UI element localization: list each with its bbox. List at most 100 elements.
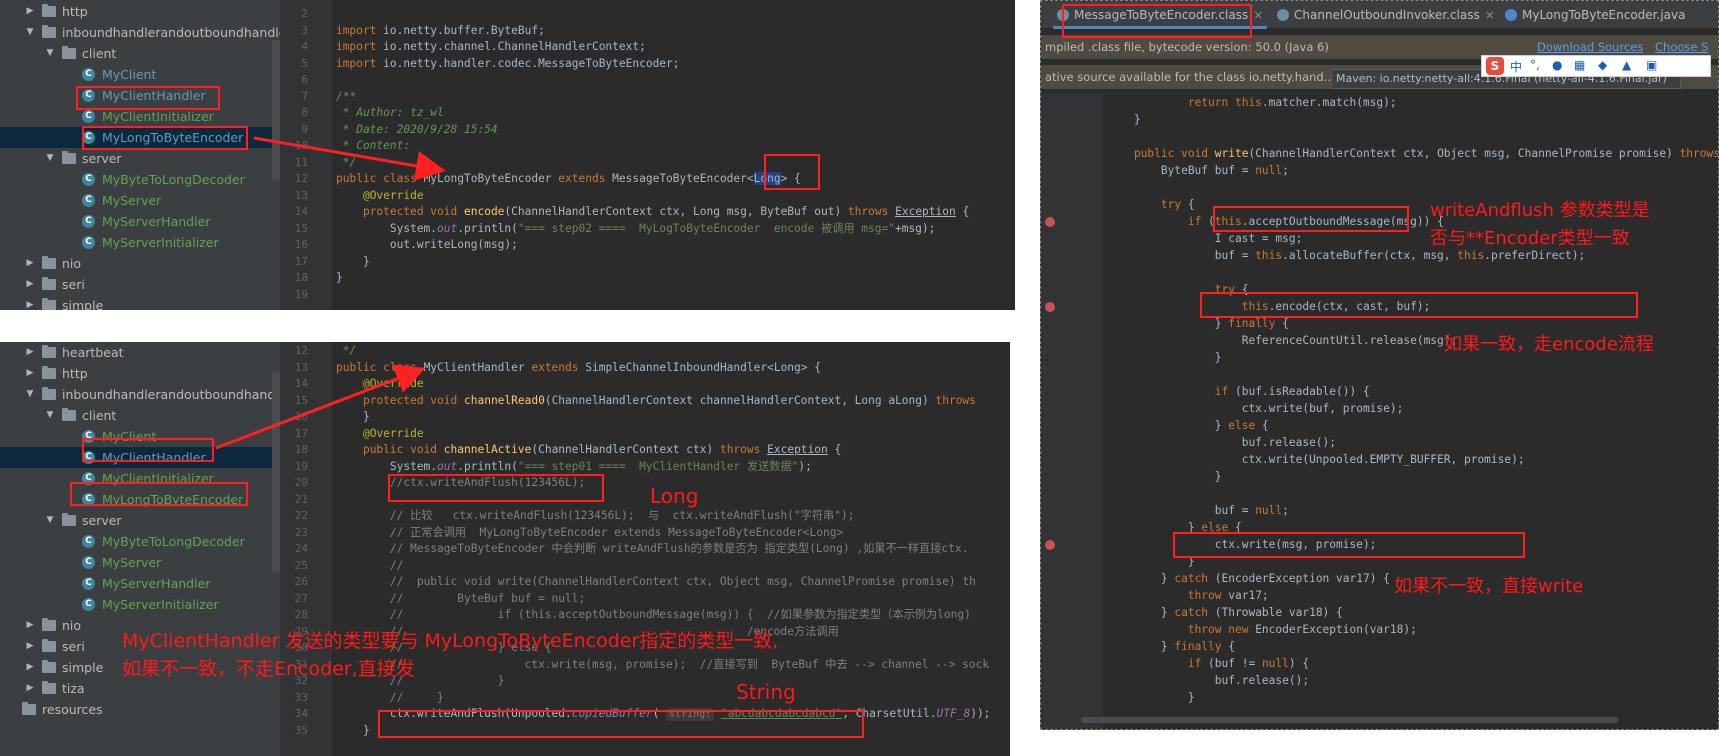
code-line: try { <box>1160 198 1195 211</box>
tree-item[interactable]: C MyServerHandler <box>0 573 280 594</box>
tab-message-to-byte-encoder[interactable]: MessageToByteEncoder.class × <box>1053 1 1268 29</box>
chevron-right-icon[interactable]: ▶ <box>24 615 36 636</box>
class-icon: C <box>82 236 95 249</box>
class-icon: C <box>82 556 95 569</box>
folder-icon <box>42 345 56 358</box>
tree-item-label: MyServerInitializer <box>102 235 219 250</box>
code-editor-right[interactable]: return this.matcher.match(msg); } public… <box>1103 93 1718 729</box>
chevron-right-icon[interactable]: ▶ <box>24 253 36 274</box>
breakpoint-icon[interactable] <box>1045 540 1055 550</box>
tree-item-label: MyByteToLongDecoder <box>102 534 245 549</box>
annotation-right-note-3: 如果不一致，直接write <box>1394 576 1584 597</box>
chevron-right-icon[interactable]: ▶ <box>24 678 36 699</box>
tree-item[interactable]: C MyServer <box>0 190 280 211</box>
code-editor-bottom[interactable]: */ public class MyClientHandler extends S… <box>332 342 1010 756</box>
tree-item[interactable]: C MyServerInitializer <box>0 232 280 253</box>
code-line: import io.netty.buffer.ByteBuf; <box>336 23 545 37</box>
ime-grid-icon[interactable]: ▣ <box>1646 58 1657 72</box>
tree-item[interactable]: ▶ heartbeat <box>0 342 280 363</box>
line-number: 8 <box>301 106 308 119</box>
chevron-down-icon[interactable]: ▼ <box>24 384 36 405</box>
tree-item[interactable]: C MyClient <box>0 426 280 447</box>
line-number: 18 <box>294 271 308 284</box>
tree-item[interactable]: ▼ server <box>0 510 280 531</box>
code-line: import io.netty.handler.codec.MessageToB… <box>336 56 680 70</box>
chevron-down-icon[interactable]: ▼ <box>44 148 56 169</box>
source-info-text: ative source available for the class io.… <box>1045 70 1335 84</box>
tree-item[interactable]: ▼ client <box>0 405 280 426</box>
chevron-down-icon[interactable]: ▼ <box>44 510 56 531</box>
chevron-down-icon[interactable]: ▼ <box>44 405 56 426</box>
code-line: } <box>1107 470 1222 483</box>
chevron-right-icon[interactable]: ▶ <box>24 1 36 22</box>
tree-item-label: MyServerInitializer <box>102 597 219 612</box>
code-line: // public void write(ChannelHandlerConte… <box>389 575 976 588</box>
code-line: } <box>336 271 343 284</box>
chevron-right-icon[interactable]: ▶ <box>24 363 36 384</box>
ime-mic-icon[interactable]: ● <box>1552 58 1562 72</box>
tab-channel-outbound-invoker[interactable]: ChannelOutboundInvoker.class × <box>1273 1 1499 29</box>
line-number: 6 <box>301 73 308 86</box>
line-number: 2 <box>301 7 308 20</box>
class-icon: C <box>82 173 95 186</box>
chevron-right-icon[interactable]: ▶ <box>24 342 36 363</box>
chevron-right-icon[interactable]: ▶ <box>24 657 36 678</box>
ime-user-icon[interactable]: ◆ <box>1598 58 1607 72</box>
tree-item[interactable]: C MyByteToLongDecoder <box>0 169 280 190</box>
folder-icon <box>42 681 56 694</box>
tree-item[interactable]: C MyServerHandler <box>0 211 280 232</box>
tab-my-long-to-byte-encoder[interactable]: MyLongToByteEncoder.java <box>1501 1 1689 29</box>
ime-toolbar[interactable]: S 中 °, ● ▦ ◆ ▲ ▣ <box>1481 55 1711 77</box>
chevron-down-icon[interactable]: ▼ <box>24 22 36 43</box>
tree-item[interactable]: ▼ client <box>0 43 280 64</box>
tree-item[interactable]: C MyClientInitializer <box>0 468 280 489</box>
tree-item[interactable]: ▼ inboundhandlerandoutboundhandler <box>0 22 280 43</box>
ime-keyboard-icon[interactable]: ▦ <box>1574 58 1585 72</box>
tree-item[interactable]: resources <box>0 699 280 720</box>
line-number: 19 <box>294 287 308 301</box>
line-number: 15 <box>294 221 308 235</box>
code-line: } <box>1107 555 1195 568</box>
line-number: 20 <box>294 476 308 489</box>
tree-item-label: inboundhandlerandoutboundhandler <box>62 387 280 402</box>
code-line: // ctx.write(msg, promise); //直接写到 ByteB… <box>389 657 990 671</box>
chevron-down-icon[interactable]: ▼ <box>44 43 56 64</box>
close-icon[interactable]: × <box>1485 8 1495 22</box>
tree-item[interactable]: ▶ tiza <box>0 678 280 699</box>
tree-item[interactable]: ▶ simple <box>0 295 280 310</box>
code-line: // ByteBuf buf = null; <box>389 591 586 605</box>
code-editor-top[interactable]: import io.netty.buffer.ByteBuf; import io… <box>332 0 1015 310</box>
horizontal-scrollbar[interactable] <box>1081 717 1618 723</box>
tree-item[interactable]: C MyLongToByteEncoder <box>0 489 280 510</box>
tree-item-label: MyLongToByteEncoder <box>102 492 244 507</box>
ime-lang-label[interactable]: 中 <box>1510 58 1522 75</box>
tree-item[interactable]: ▼ inboundhandlerandoutboundhandler <box>0 384 280 405</box>
tree-item-label: simple <box>62 298 104 310</box>
line-number: 5 <box>301 56 308 70</box>
breakpoint-icon[interactable] <box>1045 302 1055 312</box>
code-line: if (buf.isReadable()) { <box>1214 385 1370 398</box>
tree-item[interactable]: C MyClientHandler <box>0 85 280 106</box>
chevron-right-icon[interactable]: ▶ <box>24 295 36 310</box>
tree-item[interactable]: C MyLongToByteEncoder <box>0 127 280 148</box>
tree-item[interactable]: C MyClientInitializer <box>0 106 280 127</box>
close-icon[interactable]: × <box>1253 8 1263 22</box>
tree-item[interactable]: ▶ nio <box>0 253 280 274</box>
code-line: public void write(ChannelHandlerContext … <box>1133 147 1719 160</box>
tree-item[interactable]: C MyClientHandler <box>0 447 280 468</box>
tree-item[interactable]: ▶ http <box>0 1 280 22</box>
ime-skin-icon[interactable]: ▲ <box>1622 58 1631 72</box>
tree-item[interactable]: C MyClient <box>0 64 280 85</box>
chevron-right-icon[interactable]: ▶ <box>24 274 36 295</box>
ime-punct-icon[interactable]: °, <box>1530 58 1540 72</box>
tree-item[interactable]: C MyServerInitializer <box>0 594 280 615</box>
tree-item[interactable]: ▼ server <box>0 148 280 169</box>
breakpoint-icon[interactable] <box>1045 217 1055 227</box>
chevron-right-icon[interactable]: ▶ <box>24 636 36 657</box>
tree-item[interactable]: C MyByteToLongDecoder <box>0 531 280 552</box>
line-number: 24 <box>294 542 308 555</box>
tree-item[interactable]: C MyServer <box>0 552 280 573</box>
tree-item[interactable]: ▶ seri <box>0 274 280 295</box>
line-number: 15 <box>294 393 308 407</box>
tree-item[interactable]: ▶ http <box>0 363 280 384</box>
